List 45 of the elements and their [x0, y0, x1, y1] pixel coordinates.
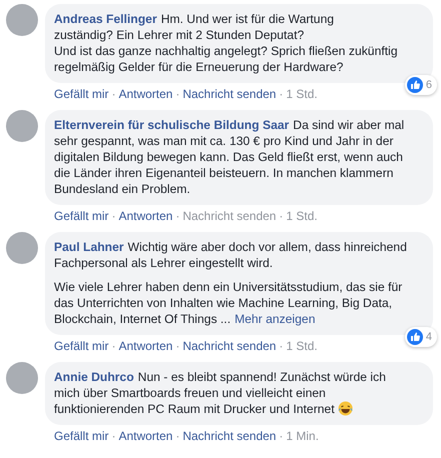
action-link[interactable]: Antworten	[118, 209, 173, 223]
separator: ·	[176, 209, 180, 223]
separator: ·	[176, 87, 180, 101]
thumbs-up-icon	[406, 77, 423, 93]
action-link[interactable]: Antworten	[118, 339, 173, 353]
thumbs-up-icon	[406, 329, 423, 345]
action-link[interactable]: Gefällt mir	[54, 339, 109, 353]
like-count: 6	[426, 78, 432, 93]
separator: ·	[279, 429, 284, 443]
action-link[interactable]: Nachricht senden	[182, 339, 276, 353]
comment-text: Annie Duhrco Nun - es bleibt spannend! Zunächst würde ich mich über Smartboards freuen und vielleicht einen funktionierenden PC Raum mit Drucker und Internet	[54, 369, 387, 417]
timestamp: 1 Std.	[286, 339, 318, 353]
action-link[interactable]: Nachricht senden	[182, 429, 276, 443]
separator: ·	[112, 87, 116, 101]
avatar-placeholder[interactable]	[6, 232, 38, 264]
action-link[interactable]: Gefällt mir	[54, 209, 109, 223]
action-link[interactable]: Antworten	[118, 87, 173, 101]
comment-text: Andreas Fellinger Hm. Und wer ist für die Wartung zuständig? Ein Lehrer mit 2 Stunden Deputat? Und ist das ganze nachhaltig angelegt? Sprich fließen zukünftig regelmäßig Gelder für die Erneuerung der Hardware?	[54, 11, 398, 75]
timestamp: 1 Std.	[286, 87, 318, 101]
separator: ·	[279, 209, 284, 223]
timestamp: 1 Min.	[286, 429, 319, 443]
separator: ·	[112, 339, 116, 353]
comment-text: Wie viele Lehrer haben denn ein Universitätsstudium, das sie für das Unterrichten von Inhalten wie Machine Learning, Big Data, Blockchain, Internet Of Things ... Mehr anzeigen	[54, 279, 404, 327]
action-link[interactable]: Antworten	[118, 429, 173, 443]
author-name-link[interactable]: Paul Lahner	[54, 240, 124, 254]
timestamp: 1 Std.	[286, 209, 318, 223]
author-name-link[interactable]: Andreas Fellinger	[54, 12, 157, 26]
author-name-link[interactable]: Elternverein für schulische Bildung Saar	[54, 118, 290, 132]
action-link[interactable]: Gefällt mir	[54, 429, 109, 443]
separator: ·	[112, 429, 116, 443]
separator: ·	[279, 87, 284, 101]
separator: ·	[176, 339, 180, 353]
separator: ·	[279, 339, 284, 353]
like-count: 4	[426, 330, 432, 345]
avatar-placeholder[interactable]	[6, 4, 38, 36]
comment-text: Paul Lahner Wichtig wäre aber doch vor allem, dass hinreichend Fachpersonal als Lehrer eingestellt wird.	[54, 239, 408, 271]
more-link[interactable]: Mehr anzeigen	[234, 312, 316, 326]
author-name-link[interactable]: Annie Duhrco	[54, 370, 134, 384]
avatar-placeholder[interactable]	[6, 362, 38, 394]
comment-text: Elternverein für schulische Bildung Saar Da sind wir aber mal sehr gespannt, was man mit ca. 130 € pro Kind und Jahr in der digitalen Bildung bewegen kann. Das Geld fließt erst, wenn auch die Länder ihren Eigenanteil beisteuern. In manchen klammern Bundesland ein Problem.	[54, 117, 406, 197]
action-link[interactable]: Gefällt mir	[54, 87, 109, 101]
separator: ·	[112, 209, 116, 223]
avatar-placeholder[interactable]	[6, 110, 38, 142]
separator: ·	[176, 429, 180, 443]
action-link[interactable]: Nachricht senden	[182, 87, 276, 101]
